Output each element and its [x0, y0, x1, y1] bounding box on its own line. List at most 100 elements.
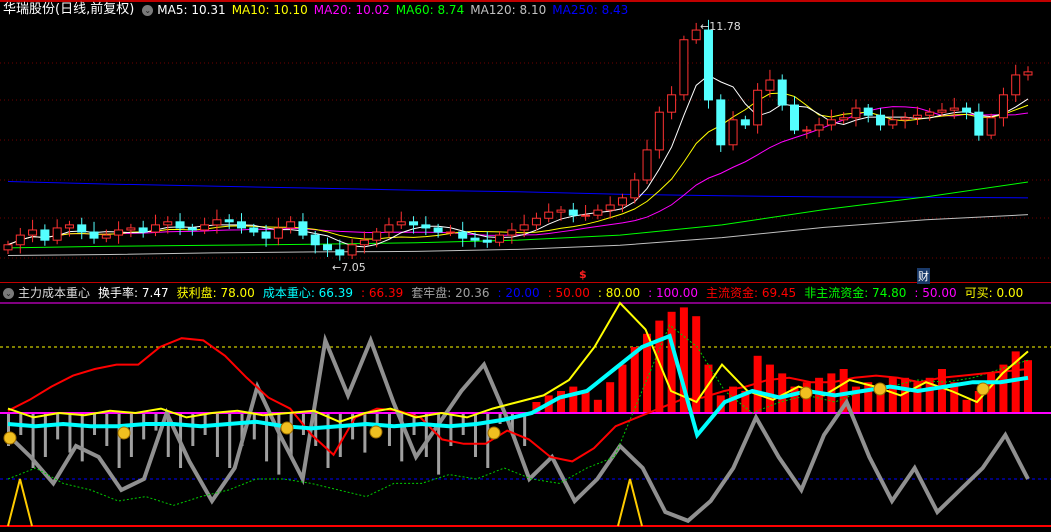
candle-up [802, 129, 812, 132]
candle-up [826, 119, 836, 126]
indicator-bar-gray [265, 413, 269, 462]
smiley-icon [280, 421, 294, 435]
candle-down [482, 239, 492, 243]
candle-up [347, 244, 357, 256]
candle-up [114, 229, 124, 236]
candle-up [728, 119, 738, 146]
indicator-bar-gray [68, 413, 72, 453]
indicator-bar-gray [523, 413, 527, 446]
candlestick-chart[interactable] [0, 0, 1051, 532]
candle-down [138, 227, 148, 233]
indicator-bar-red [581, 391, 590, 413]
buy-signal-spike [7, 478, 33, 527]
indicator-legend-item: : 20.00 [497, 286, 540, 300]
low-price-label: ←7.05 [332, 261, 366, 274]
candle-up [925, 111, 935, 116]
candle-down [249, 227, 259, 233]
candle-down [433, 227, 443, 233]
candle-down [323, 244, 333, 251]
indicator-legend-item: : 100.00 [648, 286, 698, 300]
indicator-bar-gray [473, 413, 477, 457]
indicator-legend-item: 非主流资金: 74.80 [804, 286, 907, 300]
candle-down [89, 231, 99, 239]
smiley-icon [873, 382, 887, 396]
candle-up [52, 227, 62, 241]
candle-up [15, 234, 25, 246]
indicator-bar-red [888, 377, 897, 413]
candle-up [359, 239, 369, 246]
indicator-bar-red [1024, 360, 1032, 413]
candle-down [740, 119, 750, 126]
candle-down [409, 221, 419, 226]
candle-up [200, 224, 210, 231]
indicator-legend-item: 可买: 0.00 [964, 286, 1024, 300]
candle-up [445, 231, 455, 234]
candle-up [753, 89, 763, 126]
indicator-bar-gray [105, 413, 109, 446]
indicator-legend-item: : 66.39 [361, 286, 404, 300]
high-price-label: ←11.78 [700, 20, 741, 33]
candle-down [421, 224, 431, 229]
indicator-bar-red [937, 369, 946, 413]
candle-up [28, 229, 38, 236]
indicator-bar-gray [228, 413, 232, 468]
smiley-icon [3, 431, 17, 445]
indicator-bar-red [618, 364, 627, 413]
low-price-value: 7.05 [341, 261, 366, 274]
indicator-bar-gray [80, 413, 84, 462]
candle-down [974, 111, 984, 136]
candle-up [949, 107, 959, 111]
candle-up [163, 221, 173, 226]
candle-up [630, 179, 640, 199]
indicator-bar-gray [191, 413, 195, 446]
candle-up [286, 221, 296, 229]
candle-up [396, 221, 406, 226]
indicator-legend: 换手率: 7.47 获利盘: 78.00 成本重心: 66.39: 66.39 套牢盘… [94, 284, 1027, 302]
indicator-bar-gray [326, 413, 330, 468]
candle-down [298, 221, 308, 236]
candle-up [998, 94, 1008, 119]
candle-up [937, 109, 947, 113]
indicator-legend-item: : 50.00 [914, 286, 957, 300]
candle-up [642, 149, 652, 181]
candle-up [531, 217, 541, 226]
candle-up [519, 224, 529, 231]
smiley-icon [487, 426, 501, 440]
candle-up [544, 211, 554, 219]
smiley-icon [117, 426, 131, 440]
candle-up [273, 227, 283, 239]
candle-up [1023, 71, 1033, 76]
candle-up [556, 209, 566, 213]
candle-up [384, 224, 394, 233]
candle-up [495, 234, 505, 243]
indicator-bar-gray [277, 413, 281, 475]
candle-up [888, 119, 898, 126]
candle-down [40, 229, 50, 241]
candle-down [224, 219, 234, 223]
candle-up [986, 117, 996, 136]
candle-down [77, 224, 87, 233]
candle-up [212, 219, 222, 226]
candle-down [236, 221, 246, 229]
candle-down [777, 79, 787, 106]
ma5-line [7, 74, 1029, 248]
indicator-legend-item: 获利盘: 78.00 [176, 286, 255, 300]
ma250-line [7, 181, 1029, 199]
dollar-marker[interactable]: $ [579, 268, 587, 281]
candle-up [851, 107, 861, 119]
indicator-bar-red [655, 320, 664, 413]
indicator-bar-gray [154, 413, 158, 431]
indicator-bar-red [569, 386, 578, 413]
candle-up [691, 29, 701, 41]
indicator-bar-gray [215, 413, 219, 457]
indicator-legend-item: : 80.00 [597, 286, 641, 300]
indicator-bar-red [606, 382, 615, 413]
candle-up [839, 117, 849, 121]
finance-marker[interactable]: 财 [917, 268, 930, 284]
candle-up [126, 227, 136, 231]
candle-down [310, 234, 320, 246]
smiley-icon [369, 425, 383, 439]
chevron-down-icon[interactable]: ⌄ [3, 287, 14, 299]
candle-down [716, 99, 726, 146]
candle-up [581, 214, 591, 217]
